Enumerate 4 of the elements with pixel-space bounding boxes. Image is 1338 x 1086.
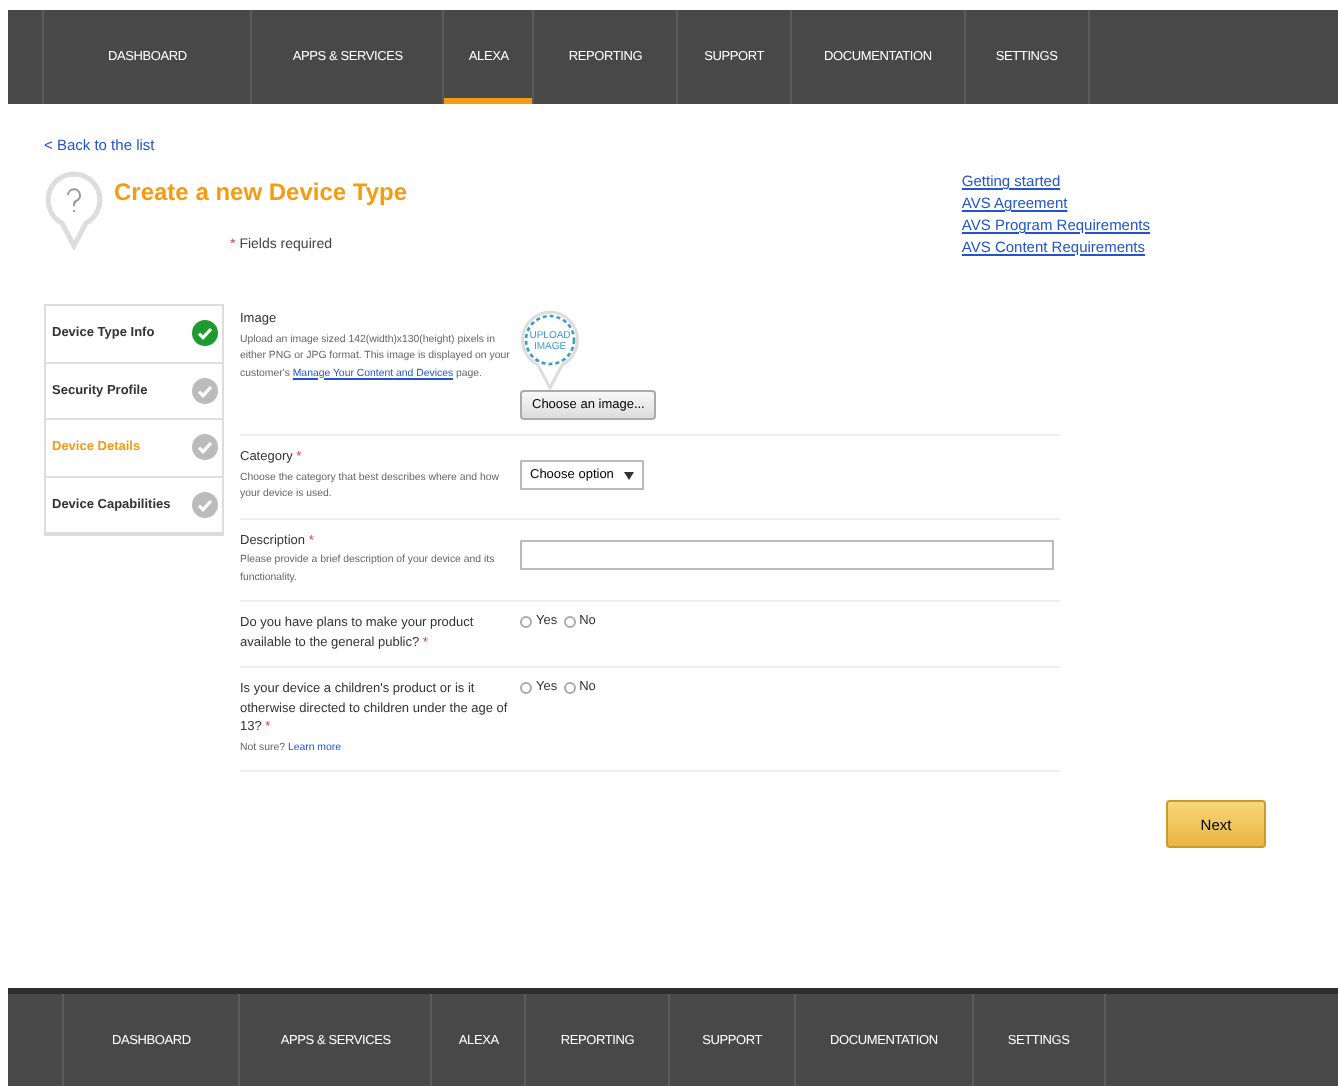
caret-icon	[624, 471, 634, 479]
page-title: Create a new Device Type	[114, 178, 410, 206]
description-field[interactable]	[520, 539, 1054, 569]
question-bubble-icon	[44, 170, 104, 250]
